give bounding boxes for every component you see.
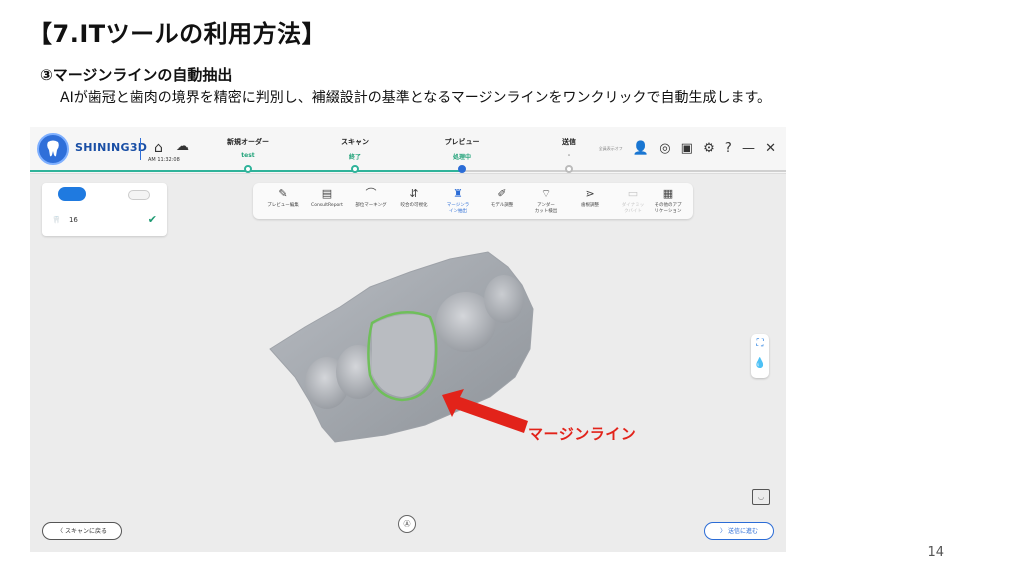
- margin-line-callout: マージンライン: [528, 425, 637, 443]
- slide-title: 【7.ITツールの利用方法】: [28, 20, 327, 48]
- dental-scan-viewport[interactable]: [30, 127, 786, 552]
- slide-description: AIが歯冠と歯肉の境界を精密に判別し、補綴設計の基準となるマージンラインをワンク…: [60, 90, 772, 106]
- prepared-tooth: [372, 314, 435, 397]
- tooth-molar-distal: [484, 275, 524, 323]
- ai-detect-icon[interactable]: ⛶: [751, 334, 769, 354]
- page-number: 14: [927, 545, 944, 560]
- auto-mode-button[interactable]: Ⓐ: [398, 515, 416, 533]
- back-to-scan-button[interactable]: 〈 スキャンに戻る: [42, 522, 122, 540]
- next-to-send-button[interactable]: 〉 送信に進む: [704, 522, 774, 540]
- water-drop-icon[interactable]: 💧: [751, 354, 769, 374]
- slide-subtitle: ③マージンラインの自動抽出: [40, 66, 233, 84]
- app-screenshot: SHINING3D ⌂ ☁ AM 11:32:08 新規オーダー test スキ…: [30, 127, 786, 552]
- side-toolbar: ⛶ 💧: [751, 334, 769, 378]
- jaw-view-icon[interactable]: ◡: [752, 489, 770, 505]
